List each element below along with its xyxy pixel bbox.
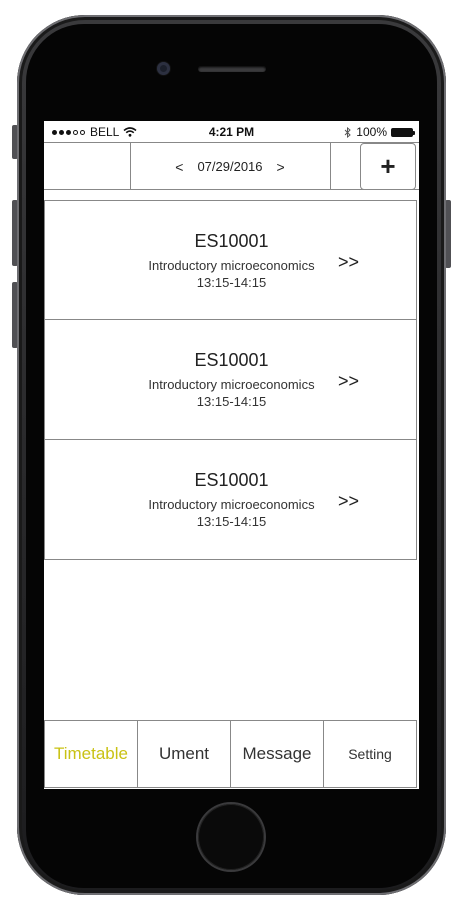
- class-row[interactable]: ES10001 Introductory microeconomics 13:1…: [44, 320, 417, 440]
- home-button[interactable]: [198, 804, 264, 870]
- next-date-button[interactable]: >: [277, 159, 285, 175]
- class-name: Introductory microeconomics: [148, 497, 315, 512]
- open-class-button[interactable]: >>: [338, 491, 359, 512]
- add-class-button[interactable]: +: [360, 143, 416, 190]
- class-name: Introductory microeconomics: [148, 258, 315, 273]
- app-screen: BELL 4:21 PM 100% < 07/29/2016 > + ES100…: [44, 121, 419, 789]
- class-time: 13:15-14:15: [196, 275, 267, 290]
- class-code: ES10001: [194, 350, 269, 370]
- tab-ument[interactable]: Ument: [138, 721, 231, 787]
- top-left-empty-cell: [44, 143, 131, 190]
- earpiece-speaker: [198, 66, 266, 72]
- class-time: 13:15-14:15: [196, 514, 267, 529]
- class-row[interactable]: ES10001 Introductory microeconomics 13:1…: [44, 200, 417, 320]
- battery-icon: [391, 127, 415, 137]
- battery-percent: 100%: [356, 125, 387, 139]
- open-class-button[interactable]: >>: [338, 252, 359, 273]
- top-navigation-bar: < 07/29/2016 > +: [44, 142, 419, 190]
- bottom-tab-bar: Timetable Ument Message Setting: [44, 720, 417, 788]
- class-list: ES10001 Introductory microeconomics 13:1…: [44, 200, 417, 560]
- top-right-divider: [330, 143, 332, 190]
- bluetooth-icon: [344, 126, 352, 138]
- tab-message[interactable]: Message: [231, 721, 324, 787]
- previous-date-button[interactable]: <: [175, 159, 183, 175]
- open-class-button[interactable]: >>: [338, 371, 359, 392]
- class-code: ES10001: [194, 231, 269, 251]
- class-name: Introductory microeconomics: [148, 377, 315, 392]
- class-code: ES10001: [194, 470, 269, 490]
- class-time: 13:15-14:15: [196, 394, 267, 409]
- current-date: 07/29/2016: [197, 159, 263, 174]
- status-bar: BELL 4:21 PM 100%: [44, 121, 419, 142]
- status-right: 100%: [344, 125, 415, 139]
- tab-timetable[interactable]: Timetable: [45, 721, 138, 787]
- date-navigator: < 07/29/2016 >: [130, 143, 330, 190]
- class-row[interactable]: ES10001 Introductory microeconomics 13:1…: [44, 440, 417, 560]
- front-camera: [157, 62, 170, 75]
- tab-setting[interactable]: Setting: [324, 721, 416, 787]
